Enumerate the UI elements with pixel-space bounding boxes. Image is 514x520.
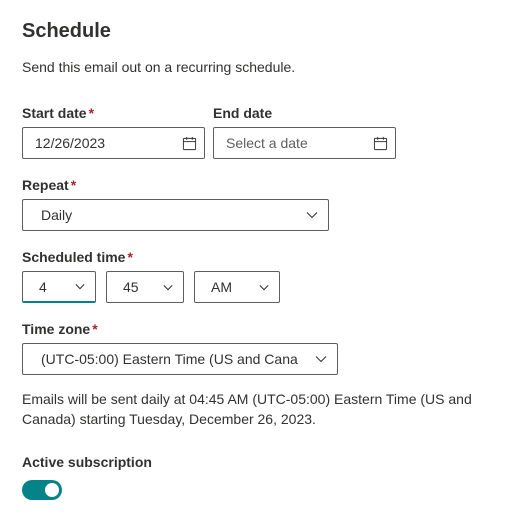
active-subscription-label: Active subscription <box>22 454 492 470</box>
schedule-summary: Emails will be sent daily at 04:45 AM (U… <box>22 389 492 430</box>
chevron-down-icon <box>259 284 269 291</box>
schedule-description: Send this email out on a recurring sched… <box>22 59 492 75</box>
repeat-value: Daily <box>41 207 72 223</box>
hour-select[interactable]: 4 <box>22 271 96 303</box>
repeat-select[interactable]: Daily <box>22 199 329 231</box>
minute-select[interactable]: 45 <box>106 271 184 303</box>
end-date-label: End date <box>213 105 396 121</box>
page-title: Schedule <box>22 20 492 43</box>
end-date-input[interactable] <box>213 127 396 159</box>
scheduled-time-label: Scheduled time* <box>22 249 492 265</box>
timezone-select[interactable]: (UTC-05:00) Eastern Time (US and Cana <box>22 343 338 375</box>
chevron-down-icon <box>75 283 85 290</box>
ampm-value: AM <box>211 279 232 295</box>
ampm-select[interactable]: AM <box>194 271 280 303</box>
timezone-value: (UTC-05:00) Eastern Time (US and Cana <box>41 351 298 367</box>
active-subscription-toggle[interactable] <box>22 480 62 500</box>
hour-value: 4 <box>39 279 47 295</box>
start-date-label: Start date* <box>22 105 205 121</box>
timezone-label: Time zone* <box>22 321 492 337</box>
repeat-label: Repeat* <box>22 177 492 193</box>
chevron-down-icon <box>163 284 173 291</box>
start-date-input[interactable] <box>22 127 205 159</box>
chevron-down-icon <box>315 355 327 363</box>
chevron-down-icon <box>306 211 318 219</box>
toggle-knob <box>45 483 59 497</box>
minute-value: 45 <box>123 279 139 295</box>
